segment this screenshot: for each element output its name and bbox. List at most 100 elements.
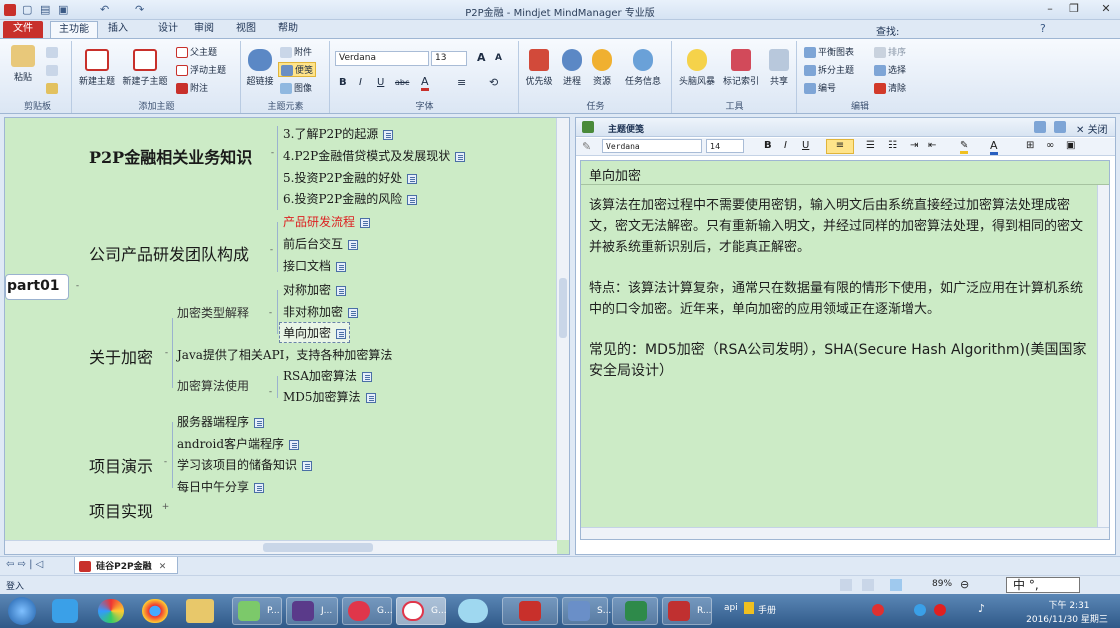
taskbar-app[interactable]: R...	[662, 597, 712, 625]
close-pane-button[interactable]: ✕ 关闭	[1076, 121, 1108, 136]
note-icon[interactable]	[254, 482, 265, 493]
notes-body[interactable]: 该算法在加密过程中不需要使用密钥，输入明文后由系统直接经过加密算法处理成密文，密…	[589, 195, 1087, 382]
note-icon[interactable]	[336, 261, 347, 272]
clock-date[interactable]: 2016/11/30 星期三	[1014, 612, 1120, 625]
attachment-button[interactable]: 附件	[280, 45, 312, 58]
notes-horizontal-scrollbar[interactable]	[581, 527, 1109, 539]
expand-toggle[interactable]: +	[161, 503, 170, 512]
note-icon[interactable]	[336, 285, 347, 296]
close-button[interactable]: ✕	[1094, 0, 1118, 18]
taskbar-app[interactable]: P...	[232, 597, 282, 625]
task-info-button[interactable]: 任务信息	[620, 49, 666, 87]
table-icon[interactable]: ⊞	[1026, 140, 1034, 151]
subtopic[interactable]: 4.P2P金融借贷模式及发展现状	[283, 147, 466, 164]
balance-map-button[interactable]: 平衡图表	[804, 45, 854, 58]
subtopic[interactable]: 接口文档	[283, 257, 347, 274]
notes-vertical-scrollbar[interactable]	[1097, 185, 1109, 529]
topic-team-structure[interactable]: 公司产品研发团队构成	[89, 241, 249, 265]
image-button[interactable]: 图像	[280, 81, 312, 94]
help-icon[interactable]: ?	[1040, 22, 1046, 35]
note-icon[interactable]	[361, 371, 372, 382]
app-icon[interactable]	[98, 599, 124, 623]
tab-help[interactable]: 帮助	[270, 21, 306, 38]
app-icon[interactable]	[458, 599, 488, 623]
taskbar-label[interactable]: api	[724, 603, 738, 613]
nav-arrows-icon[interactable]: ⇦ ⇨ | ◁	[6, 559, 43, 570]
taskbar-app[interactable]: S...	[562, 597, 611, 625]
collapse-toggle[interactable]: -	[268, 149, 277, 158]
font-name-select[interactable]: Verdana	[335, 51, 429, 66]
underline-button[interactable]: U	[802, 140, 809, 151]
subtopic[interactable]: 对称加密	[283, 281, 347, 298]
brainstorm-button[interactable]: 头脑风暴	[675, 49, 719, 87]
clear-button[interactable]: 清除	[874, 81, 906, 94]
notes-button[interactable]: 便笺	[278, 62, 317, 77]
login-link[interactable]: 登入	[6, 579, 24, 592]
italic-button[interactable]: I	[784, 140, 787, 151]
subtopic[interactable]: MD5加密算法	[283, 388, 376, 405]
zoom-out-button[interactable]: ⊖	[960, 578, 969, 591]
subtopic[interactable]: 6.投资P2P金融的风险	[283, 190, 418, 207]
taskbar-label[interactable]: 手册	[758, 603, 776, 616]
priority-button[interactable]: 优先级	[522, 49, 556, 87]
taskbar-excel[interactable]	[612, 597, 658, 625]
subtopic-encryption-types[interactable]: 加密类型解释	[177, 304, 249, 321]
taskbar-app-active[interactable]: G...	[396, 597, 447, 625]
underline-button[interactable]: U	[377, 77, 384, 88]
italic-button[interactable]: I	[359, 77, 362, 88]
format-icon[interactable]: ⟲	[489, 76, 498, 89]
note-icon[interactable]	[407, 173, 418, 184]
horizontal-scrollbar[interactable]	[5, 540, 557, 554]
note-icon[interactable]	[360, 217, 371, 228]
note-icon[interactable]	[302, 460, 313, 471]
note-icon[interactable]	[365, 392, 376, 403]
subtopic-java-api[interactable]: Java提供了相关API，支持各种加密算法	[177, 346, 392, 363]
clock-time[interactable]: 下午 2:31	[1036, 598, 1102, 611]
highlight-icon[interactable]: ✎	[960, 140, 969, 154]
notes-size-select[interactable]: 14	[706, 139, 744, 153]
float-pane-icon[interactable]	[1034, 121, 1046, 133]
tab-file[interactable]: 文件	[3, 21, 43, 38]
document-tab[interactable]: 硅谷P2P金融 ✕	[74, 557, 178, 574]
topic-encryption[interactable]: 关于加密	[89, 344, 153, 368]
subtopic[interactable]: 5.投资P2P金融的好处	[283, 169, 418, 186]
tray-icon[interactable]	[914, 604, 926, 616]
ime-indicator[interactable]: 中 °,	[1006, 577, 1080, 593]
taskbar-app[interactable]: J...	[286, 597, 338, 625]
markers-button[interactable]: 标记索引	[721, 49, 761, 87]
note-icon[interactable]	[289, 439, 300, 450]
filter-icon[interactable]	[862, 579, 874, 591]
font-color-icon[interactable]: A	[421, 75, 429, 91]
taskbar-app[interactable]: G...	[342, 597, 393, 625]
collapse-toggle[interactable]: -	[266, 388, 275, 397]
copy-icon[interactable]	[46, 65, 58, 76]
vertical-scrollbar[interactable]	[556, 118, 569, 540]
align-icon[interactable]: ≡	[457, 76, 466, 89]
shrink-font-icon[interactable]: A	[495, 53, 502, 63]
bold-button[interactable]: B	[339, 77, 347, 88]
folder-icon[interactable]	[186, 599, 214, 623]
floating-topic-button[interactable]: 浮动主题	[176, 63, 226, 76]
close-tab-icon[interactable]: ✕	[159, 562, 167, 572]
text-color-icon[interactable]: A	[990, 139, 998, 155]
image-icon[interactable]: ▣	[1066, 140, 1075, 151]
subtopic[interactable]: android客户端程序	[177, 435, 300, 452]
hyperlink-button[interactable]: 超链接	[244, 49, 276, 87]
maximize-button[interactable]: ❐	[1066, 2, 1082, 16]
grow-font-icon[interactable]: A	[477, 51, 486, 64]
tab-view[interactable]: 视图	[228, 21, 264, 38]
view-icon[interactable]	[840, 579, 852, 591]
collapse-toggle[interactable]: -	[266, 309, 275, 318]
note-icon[interactable]	[254, 417, 265, 428]
format-painter-icon[interactable]: ✎	[582, 140, 591, 153]
numbering-button[interactable]: 编号	[804, 81, 836, 94]
subtopic[interactable]: 非对称加密	[283, 303, 359, 320]
new-topic-button[interactable]: 新建主题	[77, 49, 117, 87]
callout-button[interactable]: 附注	[176, 81, 208, 94]
indent-icon[interactable]: ⇥	[910, 140, 918, 151]
sort-button[interactable]: 排序	[874, 45, 906, 58]
note-icon[interactable]	[348, 239, 359, 250]
resource-button[interactable]: 资源	[588, 49, 616, 87]
volume-icon[interactable]: ♪	[978, 602, 985, 615]
minimize-button[interactable]: –	[1042, 2, 1058, 16]
